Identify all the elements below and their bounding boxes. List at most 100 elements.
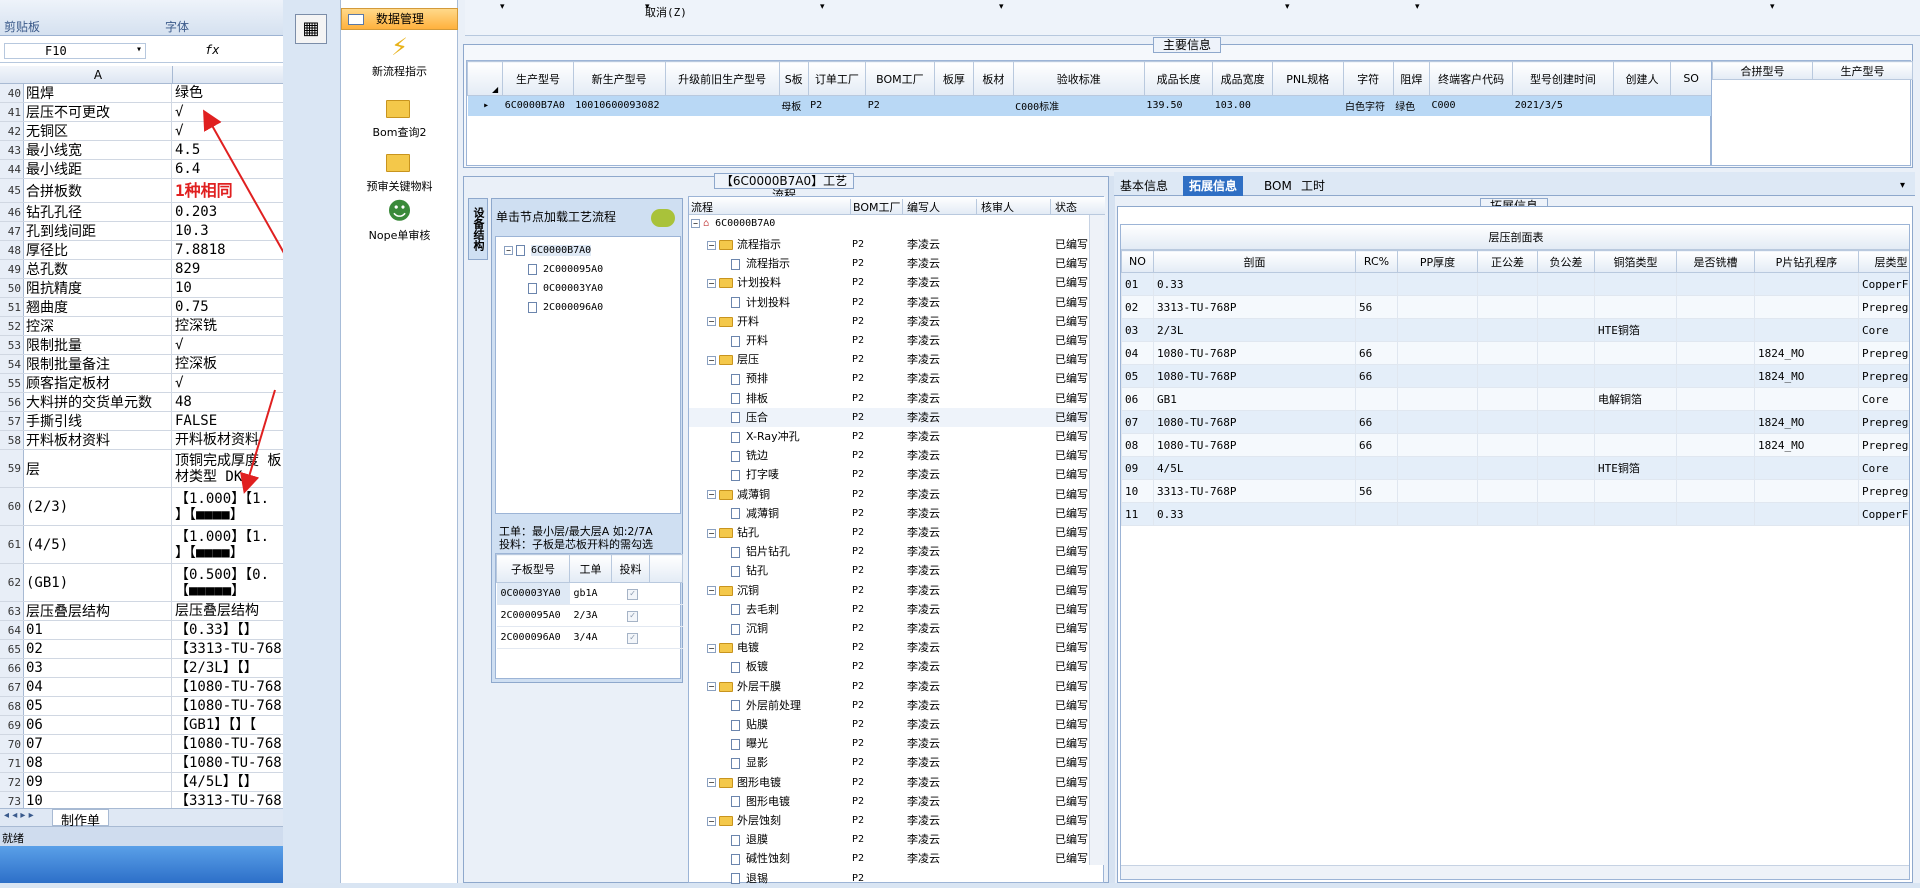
stack-cell[interactable] [1676,410,1755,434]
cell-b[interactable]: 7.8818 [173,241,283,259]
chevron-down-icon[interactable]: ▾ [136,44,142,55]
main-cell[interactable] [973,95,1014,116]
cell-a[interactable]: 限制批量 [24,336,172,354]
row-number[interactable]: 59 [0,450,24,487]
flow-row[interactable]: 铝片钻孔 P2 李凌云 已编写 [689,542,1089,561]
stack-cell[interactable] [1355,387,1398,411]
stack-row[interactable]: 06 GB1 电解铜箔 Core [1121,387,1909,411]
row-number[interactable]: 55 [0,374,24,392]
row-number[interactable]: 51 [0,298,24,316]
cell-b[interactable]: 0.75 [173,298,283,316]
stack-cell[interactable] [1537,387,1595,411]
cell-a[interactable]: 02 [24,640,172,658]
stack-cell[interactable] [1594,272,1677,296]
stack-cell[interactable]: 02 [1121,295,1154,319]
stack-cell[interactable] [1676,295,1755,319]
flow-row[interactable]: 碱性蚀刻 P2 李凌云 已编写 [689,849,1089,868]
row-number[interactable]: 63 [0,602,24,620]
subboard-workorder[interactable]: gb1A [569,582,612,605]
detail-tab[interactable]: 工时 [1295,176,1331,196]
cell-b[interactable]: 【1080-TU-768 [173,678,283,696]
flow-row[interactable]: 预排 P2 李凌云 已编写 [689,369,1089,388]
row-number[interactable]: 46 [0,203,24,221]
stack-cell[interactable]: GB1 [1153,387,1356,411]
cell-a[interactable]: 厚径比 [24,241,172,259]
stack-cell[interactable] [1676,387,1755,411]
stack-cell[interactable] [1477,433,1538,457]
cell-b[interactable]: 绿色 [173,84,283,102]
main-cell[interactable]: 母板 [779,95,809,116]
flow-row[interactable]: 压合 P2 李凌云 已编写 [689,407,1089,427]
cell-a[interactable]: (4/5) [24,526,172,563]
collapse-icon[interactable]: − [707,816,716,826]
main-col-header[interactable]: S板 [778,61,809,96]
cell-b[interactable]: 6.4 [173,160,283,178]
stack-cell[interactable]: Prepreg [1858,410,1909,434]
cell-a[interactable]: 层压叠层结构 [24,602,172,620]
stack-cell[interactable]: 66 [1355,410,1398,434]
cell-a[interactable]: 06 [24,716,172,734]
stack-col-header[interactable]: PP厚度 [1397,250,1478,273]
horizontal-scrollbar[interactable] [1121,865,1909,879]
flow-row[interactable]: 打字唛 P2 李凌云 已编写 [689,465,1089,484]
stack-col-header[interactable]: 是否铣槽 [1676,250,1755,273]
stack-col-header[interactable]: 铜箔类型 [1594,250,1677,273]
stack-cell[interactable]: Core [1858,318,1909,342]
stack-row[interactable]: 08 1080-TU-768P 66 1824_MO Prepreg [1121,433,1909,457]
row-number[interactable]: 53 [0,336,24,354]
stack-cell[interactable] [1477,272,1538,296]
stack-row[interactable]: 09 4/5L HTE铜箔 Core [1121,456,1909,480]
row-number[interactable]: 67 [0,678,24,696]
cell-a[interactable]: 01 [24,621,172,639]
main-col-header[interactable]: 阻焊 [1392,61,1430,96]
cell-a[interactable]: 03 [24,659,172,677]
stack-row[interactable]: 01 0.33 CopperFo [1121,272,1909,296]
stack-cell[interactable]: 56 [1355,479,1398,503]
row-number[interactable]: 42 [0,122,24,140]
flow-row[interactable]: 沉铜 P2 李凌云 已编写 [689,619,1089,638]
fx-icon[interactable]: fx [205,43,219,57]
main-col-header[interactable]: 字符 [1342,61,1394,96]
cell-b[interactable]: 层压叠层结构 [173,602,283,620]
splitter[interactable] [1109,176,1115,883]
main-cell[interactable]: 139.50 [1144,95,1213,116]
main-col-header[interactable]: 升级前旧生产型号 [664,61,780,96]
stack-cell[interactable]: 1824_MO [1754,364,1859,388]
row-number[interactable]: 69 [0,716,24,734]
stack-cell[interactable]: 06 [1121,387,1154,411]
cell-b[interactable]: 10.3 [173,222,283,240]
merge-col-header[interactable]: 生产型号 [1812,61,1913,80]
row-number[interactable]: 45 [0,179,24,202]
column-header-a[interactable]: A [24,68,172,82]
stack-cell[interactable] [1477,502,1538,526]
nav-item-key-material[interactable]: 预审关键物料 [341,148,458,194]
flow-col-header[interactable]: 核审人 [976,199,1014,215]
stack-cell[interactable] [1676,502,1755,526]
cell-a[interactable]: 07 [24,735,172,753]
stack-cell[interactable]: 04 [1121,341,1154,365]
stack-cell[interactable] [1537,295,1595,319]
stack-cell[interactable]: HTE铜箔 [1594,318,1677,342]
stack-cell[interactable] [1397,502,1478,526]
flow-row[interactable]: 铣边 P2 李凌云 已编写 [689,446,1089,465]
stack-col-header[interactable]: RC% [1355,250,1398,273]
stack-row[interactable]: 10 3313-TU-768P 56 Prepreg [1121,479,1909,503]
stack-cell[interactable]: Core [1858,456,1909,480]
stack-cell[interactable]: Prepreg [1858,295,1909,319]
main-col-header[interactable]: 成品长度 [1143,61,1214,96]
flow-row[interactable]: − 图形电镀 P2 李凌云 已编写 [689,773,1089,792]
cell-b[interactable]: 控深板 [173,355,283,373]
flow-row[interactable]: − 减薄铜 P2 李凌云 已编写 [689,485,1089,504]
stack-cell[interactable] [1537,433,1595,457]
cell-b[interactable]: 829 [173,260,283,278]
detail-tab[interactable]: 拓展信息 [1183,176,1244,196]
flow-root[interactable]: − ⌂ 6C0000B7A0 [691,218,775,229]
stack-cell[interactable]: 66 [1355,341,1398,365]
stack-cell[interactable]: 56 [1355,295,1398,319]
stack-cell[interactable] [1754,479,1859,503]
row-number[interactable]: 49 [0,260,24,278]
stack-cell[interactable] [1397,456,1478,480]
cell-a[interactable]: 钻孔孔径 [24,203,172,221]
stack-cell[interactable]: HTE铜箔 [1594,456,1677,480]
stack-cell[interactable] [1355,272,1398,296]
